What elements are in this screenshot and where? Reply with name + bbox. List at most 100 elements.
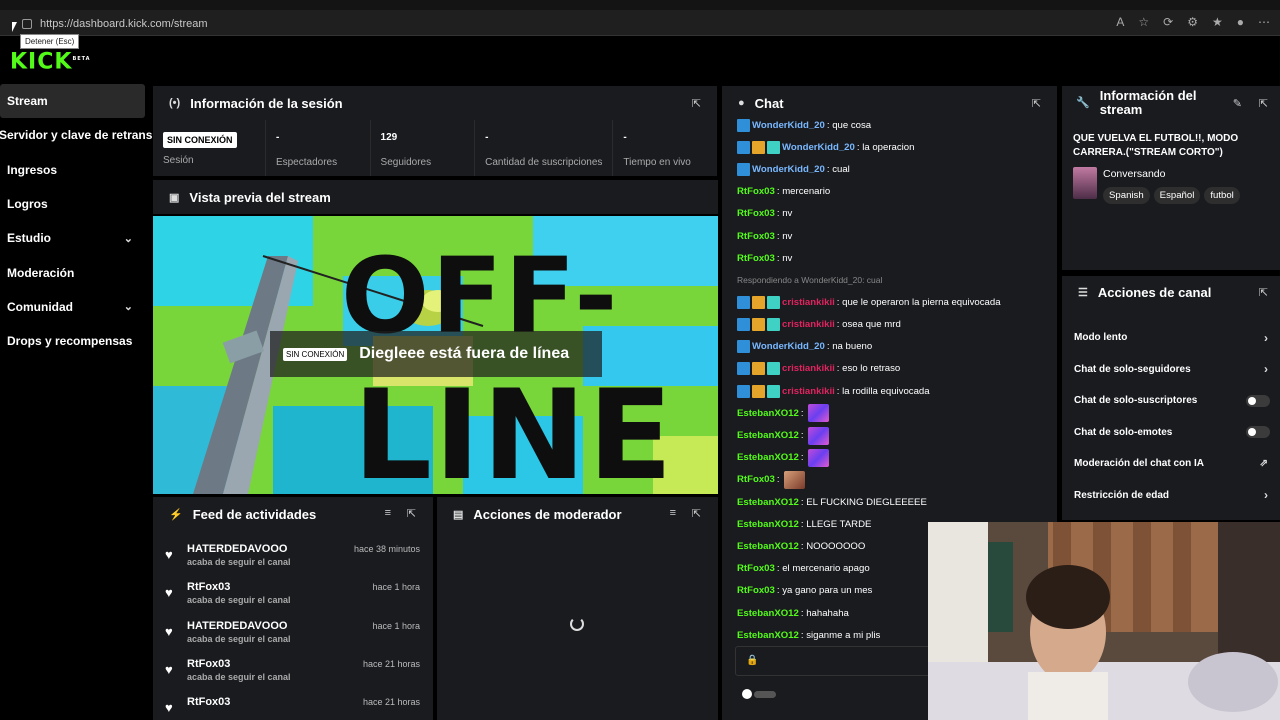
popout-icon[interactable]: ⇱	[1032, 97, 1041, 110]
tag[interactable]: futbol	[1204, 187, 1240, 204]
age-restriction-row[interactable]: Restricción de edad ›	[1062, 480, 1280, 512]
loading-spinner-icon	[570, 617, 584, 631]
popout-icon[interactable]: ⇱	[692, 507, 701, 520]
reply-indicator: Respondiendo a WonderKidd_20: cual	[737, 275, 883, 286]
chat-username[interactable]: EstebanXO12	[737, 408, 799, 419]
more-menu-icon[interactable]: ⋯	[1258, 15, 1270, 29]
popout-icon[interactable]: ⇱	[407, 507, 416, 520]
webcam-image	[928, 522, 1280, 720]
logo-text: KICK	[10, 49, 73, 75]
sidebar-item-community[interactable]: Comunidad ⌄	[0, 290, 145, 324]
action-label: Chat de solo-seguidores	[1074, 363, 1191, 375]
chat-username[interactable]: cristiankikii	[782, 363, 835, 374]
user-badge-icon	[767, 295, 780, 309]
tag[interactable]: Español	[1153, 187, 1201, 204]
feed-time: hace 1 hora	[372, 620, 420, 631]
feed-action: acaba de seguir el canal	[187, 557, 291, 567]
feed-time: hace 38 minutos	[353, 544, 420, 554]
chat-username[interactable]: RtFox03	[737, 474, 775, 485]
stat-viewers: - Espectadores	[266, 120, 371, 176]
stat-label: Cantidad de suscripciones	[485, 157, 603, 168]
popout-icon[interactable]: ⇱	[692, 97, 701, 110]
stat-followers: 129 Seguidores	[371, 120, 476, 176]
chat-username[interactable]: EstebanXO12	[737, 430, 799, 441]
read-aloud-icon[interactable]: A	[1116, 15, 1124, 29]
ai-moderation-row[interactable]: Moderación del chat con IA ⇗	[1062, 448, 1280, 480]
chat-message: WonderKidd_20: la operacion	[722, 136, 1057, 158]
sidebar-item-server-key[interactable]: Servidor y clave de retransn	[0, 118, 160, 152]
chat-username[interactable]: EstebanXO12	[737, 519, 799, 530]
user-badge-icon	[752, 384, 765, 398]
filter-icon[interactable]: ≡	[385, 507, 391, 519]
edit-pencil-icon[interactable]: ✎	[1233, 97, 1242, 110]
slow-mode-row[interactable]: Modo lento ›	[1062, 322, 1280, 354]
stat-label: Espectadores	[275, 157, 338, 168]
feed-action: acaba de seguir el canal	[187, 595, 291, 606]
chat-username[interactable]: RtFox03	[737, 186, 775, 197]
refresh-icon[interactable]: ⟳	[1163, 15, 1173, 29]
chat-username[interactable]: RtFox03	[737, 563, 775, 574]
popout-icon[interactable]: ⇱	[1259, 286, 1268, 299]
chat-message: RtFox03:	[722, 469, 1057, 491]
chat-username[interactable]: WonderKidd_20	[752, 164, 825, 175]
chat-input[interactable]: 🔒	[735, 646, 935, 676]
favorite-star-icon[interactable]: ☆	[1138, 15, 1149, 29]
chat-username[interactable]: RtFox03	[737, 231, 775, 242]
chat-username[interactable]: WonderKidd_20	[752, 341, 825, 352]
popout-icon[interactable]: ⇱	[1259, 97, 1268, 110]
followers-only-row[interactable]: Chat de solo-seguidores ›	[1062, 354, 1280, 386]
chat-username[interactable]: WonderKidd_20	[782, 142, 855, 153]
extensions-icon[interactable]: ⚙	[1187, 15, 1198, 29]
action-label: Chat de solo-suscriptores	[1074, 395, 1198, 407]
url-text: https://dashboard.kick.com/stream	[40, 18, 208, 30]
activity-feed-title: Feed de actividades	[192, 506, 317, 522]
chat-username[interactable]: EstebanXO12	[737, 630, 799, 641]
chat-username[interactable]: RtFox03	[737, 208, 775, 219]
chat-username[interactable]: EstebanXO12	[737, 497, 799, 508]
offline-art-text-bottom: LINE	[353, 364, 675, 494]
sidebar-item-moderation[interactable]: Moderación	[0, 255, 145, 289]
chat-username[interactable]: EstebanXO12	[737, 452, 799, 463]
chat-username[interactable]: cristiankikii	[782, 386, 835, 397]
sidebar-item-label: Moderación	[7, 265, 75, 280]
chat-text: : que le operaron la pierna equivocada	[836, 296, 1001, 308]
chat-username[interactable]: EstebanXO12	[737, 541, 799, 552]
session-info-title: Información de la sesión	[190, 95, 343, 111]
sidebar-item-stream[interactable]: Stream	[0, 84, 145, 119]
list-item: ♥ HATERDEDAVOOO acaba de seguir el canal ha…	[153, 539, 433, 577]
favorites-icon[interactable]: ★	[1212, 15, 1223, 29]
chat-username[interactable]: RtFox03	[737, 253, 775, 264]
sidebar-item-studio[interactable]: Estudio ⌄	[0, 221, 145, 255]
stop-tooltip: Detener (Esc)	[20, 34, 80, 49]
chat-message: EstebanXO12: EL FUCKING DIEGLEEEEE	[722, 491, 1057, 513]
emotes-only-toggle[interactable]	[1246, 426, 1270, 439]
chat-username[interactable]: RtFox03	[737, 585, 775, 596]
chat-username[interactable]: EstebanXO12	[737, 608, 799, 619]
heart-icon: ♥	[165, 585, 173, 601]
subscribers-only-toggle[interactable]	[1246, 394, 1270, 407]
chat-username[interactable]: cristiankikii	[782, 319, 835, 330]
profile-avatar-icon[interactable]: ●	[1237, 15, 1244, 29]
stat-label: Sesión	[163, 155, 194, 166]
chat-message: RtFox03: mercenario	[722, 181, 1057, 203]
sidebar-item-drops[interactable]: Drops y recompensas	[0, 324, 145, 358]
sidebar-item-achievements[interactable]: Logros	[0, 187, 145, 221]
address-bar[interactable]: https://dashboard.kick.com/stream	[22, 14, 1252, 34]
chat-settings-icon[interactable]	[742, 689, 776, 699]
mod-actions-panel: ▤ Acciones de moderador ≡ ⇱	[437, 497, 718, 720]
stat-session: SIN CONEXIÓN Sesión	[153, 120, 266, 176]
tag[interactable]: Spanish	[1103, 187, 1150, 204]
sidebar-item-income[interactable]: Ingresos	[0, 153, 145, 187]
filter-icon[interactable]: ≡	[670, 507, 676, 519]
category-name[interactable]: Conversando	[1103, 168, 1165, 180]
feed-action: acaba de seguir el canal	[187, 633, 291, 644]
chat-text: :	[800, 407, 804, 419]
user-badge-icon	[737, 118, 750, 132]
chat-username[interactable]: cristiankikii	[782, 297, 835, 308]
chat-text: : na bueno	[826, 341, 873, 353]
kick-logo[interactable]: KICKBETA	[10, 48, 91, 73]
chat-username[interactable]: WonderKidd_20	[752, 120, 825, 131]
emote-icon	[807, 448, 829, 467]
stream-info-header: 🔧 Información del stream	[1062, 86, 1280, 120]
chat-text: : EL FUCKING DIEGLEEEEE	[800, 496, 927, 508]
